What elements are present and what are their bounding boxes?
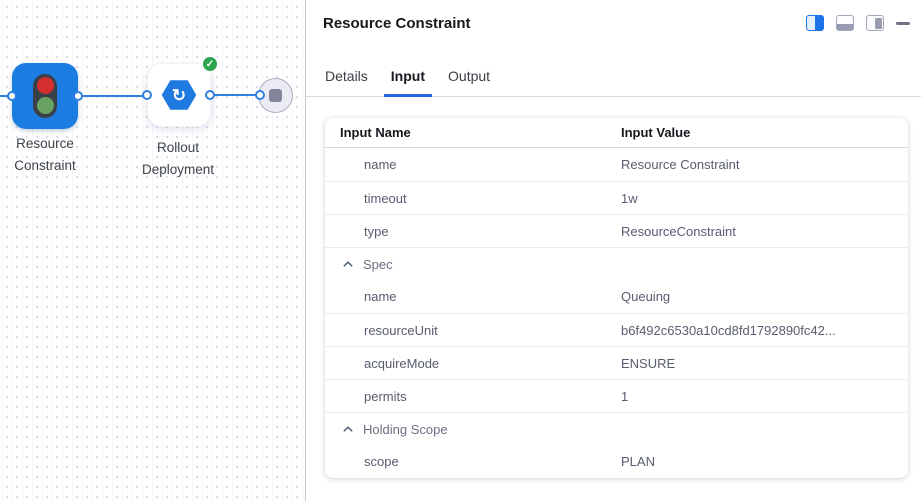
panel-window-controls: [806, 15, 910, 31]
minimize-icon[interactable]: [896, 15, 910, 31]
dock-right-icon[interactable]: [806, 15, 824, 31]
edge-rollout-to-end: [210, 94, 260, 96]
table-section-row[interactable]: Holding Scope: [325, 412, 908, 445]
table-row: scopePLAN: [325, 445, 908, 478]
dock-bottom-icon[interactable]: [836, 15, 854, 31]
input-table-body: nameResource Constrainttimeout1wtypeReso…: [325, 148, 908, 478]
input-value-cell: PLAN: [621, 454, 908, 469]
table-section-row[interactable]: Spec: [325, 247, 908, 280]
table-row: nameQueuing: [325, 280, 908, 313]
input-value-cell: ENSURE: [621, 356, 908, 371]
port-rollout-left[interactable]: [142, 90, 152, 100]
node-label-resource-constraint: Resource Constraint: [0, 133, 95, 177]
port-end-left[interactable]: [255, 90, 265, 100]
edge-constraint-to-rollout: [77, 95, 149, 97]
table-row: nameResource Constraint: [325, 148, 908, 181]
table-row: timeout1w: [325, 181, 908, 214]
detail-panel: Resource Constraint Details Input Output…: [306, 0, 921, 501]
traffic-light-icon: [33, 74, 57, 118]
traffic-green-light: [37, 97, 54, 114]
input-name-cell: type: [325, 224, 621, 239]
input-value-cell: 1w: [621, 191, 908, 206]
column-input-value: Input Value: [621, 125, 908, 140]
port-constraint-left[interactable]: [7, 91, 17, 101]
section-label: Holding Scope: [363, 422, 448, 437]
tab-bar: Details Input Output: [318, 68, 497, 96]
input-name-cell: permits: [325, 389, 621, 404]
input-value-cell: b6f492c6530a10cd8fd1792890fc42...: [621, 323, 908, 338]
node-label-rollout-deployment: Rollout Deployment: [123, 137, 233, 181]
table-row: typeResourceConstraint: [325, 214, 908, 247]
input-name-cell: scope: [325, 454, 621, 469]
workflow-canvas[interactable]: ↻ ✓ Resource Constraint Rollout Deployme…: [0, 0, 306, 501]
input-name-cell: timeout: [325, 191, 621, 206]
rollout-hexagon-icon: ↻: [161, 79, 197, 111]
input-value-cell: 1: [621, 389, 908, 404]
input-table-header: Input Name Input Value: [325, 118, 908, 148]
table-row: permits1: [325, 379, 908, 412]
app: ↻ ✓ Resource Constraint Rollout Deployme…: [0, 0, 921, 501]
chevron-up-icon[interactable]: [342, 423, 354, 435]
port-constraint-right[interactable]: [73, 91, 83, 101]
tab-output[interactable]: Output: [441, 68, 497, 96]
input-value-cell: Queuing: [621, 289, 908, 304]
input-value-cell: Resource Constraint: [621, 157, 908, 172]
input-name-cell: acquireMode: [325, 356, 621, 371]
input-value-cell: ResourceConstraint: [621, 224, 908, 239]
dock-float-icon[interactable]: [866, 15, 884, 31]
table-row: resourceUnitb6f492c6530a10cd8fd1792890fc…: [325, 313, 908, 346]
input-name-cell: resourceUnit: [325, 323, 621, 338]
column-input-name: Input Name: [325, 125, 621, 140]
panel-header: Resource Constraint Details Input Output: [306, 0, 921, 97]
panel-title: Resource Constraint: [323, 15, 471, 32]
success-check-badge: ✓: [201, 55, 219, 73]
input-name-cell: name: [325, 289, 621, 304]
stop-square-icon: [269, 89, 282, 102]
tab-details[interactable]: Details: [318, 68, 375, 96]
input-table-card: Input Name Input Value nameResource Cons…: [325, 118, 908, 478]
node-resource-constraint[interactable]: [12, 63, 78, 129]
tab-input[interactable]: Input: [384, 68, 432, 97]
section-label: Spec: [363, 257, 393, 272]
node-rollout-deployment[interactable]: ↻: [147, 63, 211, 127]
input-name-cell: name: [325, 157, 621, 172]
traffic-red-light: [37, 77, 54, 94]
port-rollout-right[interactable]: [205, 90, 215, 100]
chevron-up-icon[interactable]: [342, 258, 354, 270]
table-row: acquireModeENSURE: [325, 346, 908, 379]
